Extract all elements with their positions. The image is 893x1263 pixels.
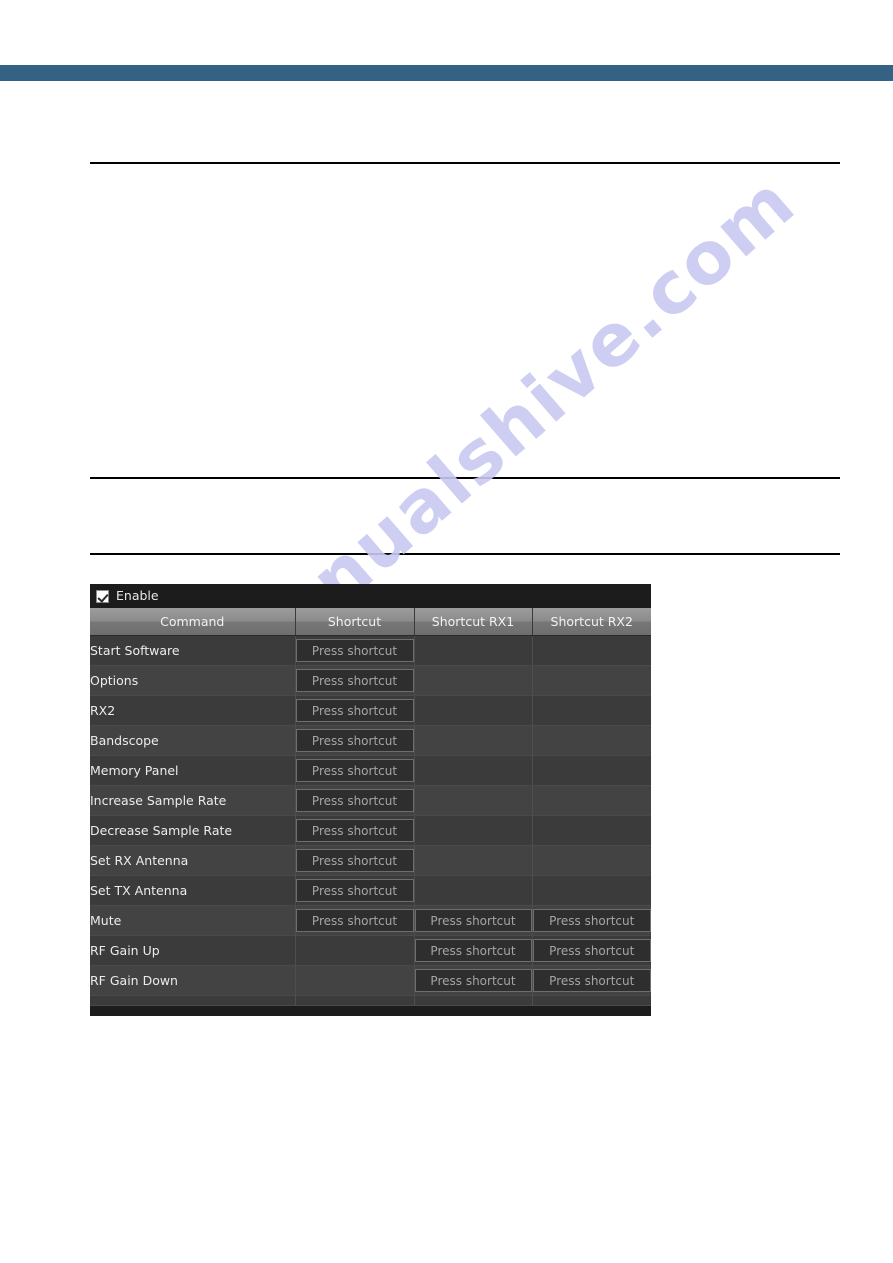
press-shortcut-rx2-button[interactable]: Press shortcut	[532, 968, 651, 992]
shortcut-cell[interactable]: Press shortcut	[295, 875, 415, 906]
shortcut-rx2-cell[interactable]	[532, 995, 651, 1006]
enable-checkbox[interactable]	[96, 589, 109, 603]
shortcut-cell[interactable]: Press shortcut	[295, 725, 415, 756]
press-shortcut-button[interactable]: Press shortcut	[295, 818, 414, 842]
shortcut-rx1-cell[interactable]: Press shortcut	[414, 905, 533, 936]
command-label: Memory Panel	[90, 755, 296, 786]
table-row: Set TX Antenna Press shortcut	[90, 875, 651, 906]
table-row-partial	[90, 995, 651, 1006]
shortcut-cell[interactable]: Press shortcut	[295, 815, 415, 846]
press-shortcut-rx1-button[interactable]: Press shortcut	[414, 968, 532, 992]
press-shortcut-button[interactable]: Press shortcut	[295, 848, 414, 872]
shortcut-cell[interactable]	[295, 965, 415, 996]
press-shortcut-button[interactable]: Press shortcut	[295, 668, 414, 692]
command-label: RF Gain Down	[90, 965, 296, 996]
press-shortcut-button[interactable]: Press shortcut	[295, 638, 414, 662]
shortcut-rx2-cell[interactable]	[532, 665, 651, 696]
shortcut-rx1-cell[interactable]: Press shortcut	[414, 965, 533, 996]
column-header-shortcut-rx2[interactable]: Shortcut RX2	[532, 608, 651, 636]
shortcut-cell[interactable]: Press shortcut	[295, 755, 415, 786]
document-page: manualshive.com Enable Command Shortcut …	[0, 0, 893, 1263]
command-label: Bandscope	[90, 725, 296, 756]
shortcut-table: Command Shortcut Shortcut RX1 Shortcut R…	[90, 608, 651, 1006]
press-shortcut-rx2-button[interactable]: Press shortcut	[532, 938, 651, 962]
shortcut-cell[interactable]: Press shortcut	[295, 695, 415, 726]
enable-label: Enable	[116, 587, 159, 603]
shortcut-rx2-cell[interactable]	[532, 755, 651, 786]
command-label: Options	[90, 665, 296, 696]
press-shortcut-rx1-button[interactable]: Press shortcut	[414, 908, 532, 932]
table-row: RF Gain Down Press shortcut Press shortc…	[90, 965, 651, 996]
press-shortcut-button[interactable]: Press shortcut	[295, 908, 414, 932]
table-row: Decrease Sample Rate Press shortcut	[90, 815, 651, 846]
shortcut-rx1-cell[interactable]	[414, 815, 533, 846]
shortcut-rx1-cell[interactable]	[414, 725, 533, 756]
horizontal-rule-1	[90, 162, 840, 164]
press-shortcut-rx2-button[interactable]: Press shortcut	[532, 908, 651, 932]
command-label: Decrease Sample Rate	[90, 815, 296, 846]
shortcut-cell[interactable]: Press shortcut	[295, 845, 415, 876]
press-shortcut-button[interactable]: Press shortcut	[295, 698, 414, 722]
column-header-shortcut[interactable]: Shortcut	[295, 608, 415, 636]
shortcut-rx2-cell[interactable]	[532, 635, 651, 666]
shortcut-rx2-cell[interactable]: Press shortcut	[532, 905, 651, 936]
shortcut-cell[interactable]	[295, 935, 415, 966]
shortcut-rx1-cell[interactable]	[414, 665, 533, 696]
shortcut-rx1-cell[interactable]	[414, 695, 533, 726]
shortcut-rx1-cell[interactable]	[414, 875, 533, 906]
shortcut-cell[interactable]: Press shortcut	[295, 785, 415, 816]
shortcut-rx1-cell[interactable]	[414, 755, 533, 786]
press-shortcut-button[interactable]: Press shortcut	[295, 878, 414, 902]
table-header-row: Command Shortcut Shortcut RX1 Shortcut R…	[90, 608, 651, 636]
press-shortcut-rx1-button[interactable]: Press shortcut	[414, 938, 532, 962]
command-label: Set RX Antenna	[90, 845, 296, 876]
press-shortcut-button[interactable]: Press shortcut	[295, 728, 414, 752]
shortcut-rx2-cell[interactable]	[532, 845, 651, 876]
table-row: Options Press shortcut	[90, 665, 651, 696]
command-label: Increase Sample Rate	[90, 785, 296, 816]
command-label: Mute	[90, 905, 296, 936]
command-label: Set TX Antenna	[90, 875, 296, 906]
page-header-banner	[0, 65, 893, 81]
table-row: Memory Panel Press shortcut	[90, 755, 651, 786]
shortcut-rx2-cell[interactable]	[532, 725, 651, 756]
table-row: Set RX Antenna Press shortcut	[90, 845, 651, 876]
enable-row[interactable]: Enable	[90, 584, 651, 608]
shortcut-cell[interactable]: Press shortcut	[295, 905, 415, 936]
command-label: Start Software	[90, 635, 296, 666]
command-label: RX2	[90, 695, 296, 726]
shortcut-rx1-cell[interactable]	[414, 785, 533, 816]
table-row: Increase Sample Rate Press shortcut	[90, 785, 651, 816]
shortcut-rx2-cell[interactable]: Press shortcut	[532, 935, 651, 966]
shortcut-settings-panel: Enable Command Shortcut Shortcut RX1 Sho…	[90, 584, 651, 1016]
shortcut-rx2-cell[interactable]	[532, 695, 651, 726]
table-row: Start Software Press shortcut	[90, 635, 651, 666]
shortcut-rx1-cell[interactable]	[414, 635, 533, 666]
shortcut-cell[interactable]: Press shortcut	[295, 635, 415, 666]
shortcut-rx2-cell[interactable]: Press shortcut	[532, 965, 651, 996]
command-label: RF Gain Up	[90, 935, 296, 966]
shortcut-rx2-cell[interactable]	[532, 785, 651, 816]
shortcut-cell[interactable]	[295, 995, 415, 1006]
command-label	[90, 995, 296, 1006]
press-shortcut-button[interactable]: Press shortcut	[295, 758, 414, 782]
horizontal-rule-2	[90, 477, 840, 479]
shortcut-rx1-cell[interactable]	[414, 845, 533, 876]
table-row: Bandscope Press shortcut	[90, 725, 651, 756]
table-row: RF Gain Up Press shortcut Press shortcut	[90, 935, 651, 966]
column-header-command[interactable]: Command	[90, 608, 296, 636]
table-row: RX2 Press shortcut	[90, 695, 651, 726]
shortcut-cell[interactable]: Press shortcut	[295, 665, 415, 696]
shortcut-rx1-cell[interactable]: Press shortcut	[414, 935, 533, 966]
column-header-shortcut-rx1[interactable]: Shortcut RX1	[414, 608, 533, 636]
press-shortcut-button[interactable]: Press shortcut	[295, 788, 414, 812]
table-row: Mute Press shortcut Press shortcut Press…	[90, 905, 651, 936]
shortcut-rx2-cell[interactable]	[532, 875, 651, 906]
shortcut-rx1-cell[interactable]	[414, 995, 533, 1006]
shortcut-rx2-cell[interactable]	[532, 815, 651, 846]
horizontal-rule-3	[90, 553, 840, 555]
